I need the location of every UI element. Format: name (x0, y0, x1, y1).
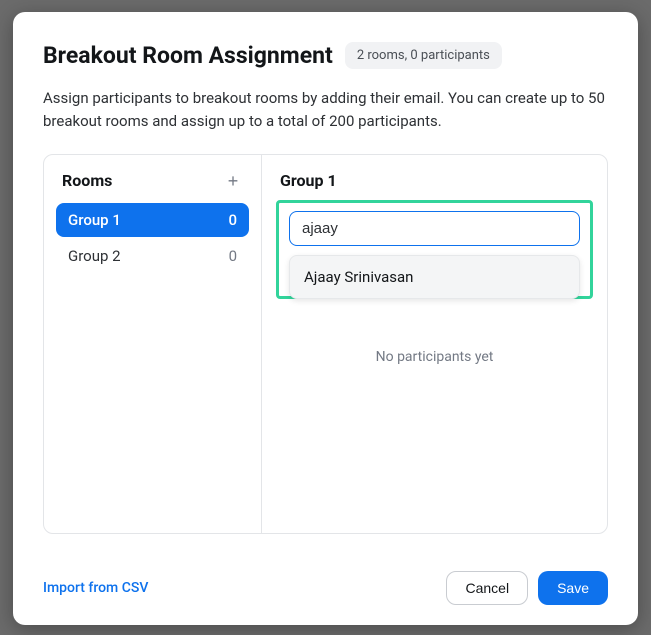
rooms-label: Rooms (62, 171, 112, 190)
modal-header: Breakout Room Assignment 2 rooms, 0 part… (43, 42, 608, 69)
participant-search-input[interactable] (289, 211, 580, 246)
modal-description: Assign participants to breakout rooms by… (43, 87, 608, 134)
room-item-group-2[interactable]: Group 2 0 (56, 239, 249, 273)
footer-buttons: Cancel Save (446, 571, 608, 605)
empty-state-text: No participants yet (262, 349, 607, 365)
room-count: 0 (228, 211, 237, 229)
import-csv-link[interactable]: Import from CSV (43, 580, 148, 596)
save-button[interactable]: Save (538, 571, 608, 605)
modal-footer: Import from CSV Cancel Save (43, 549, 608, 605)
room-name: Group 2 (68, 247, 121, 265)
group-title: Group 1 (274, 171, 595, 200)
room-name: Group 1 (68, 211, 121, 229)
participants-pane: Group 1 Ajaay Srinivasan No participants… (262, 155, 607, 533)
room-item-group-1[interactable]: Group 1 0 (56, 203, 249, 237)
room-count: 0 (229, 247, 237, 265)
rooms-pane: Rooms + Group 1 0 Group 2 0 (44, 155, 262, 533)
rooms-header: Rooms + (56, 171, 249, 203)
panes-container: Rooms + Group 1 0 Group 2 0 Group 1 Ajaa… (43, 154, 608, 534)
autocomplete-suggestion[interactable]: Ajaay Srinivasan (289, 255, 580, 299)
add-room-button[interactable]: + (223, 171, 243, 191)
breakout-assignment-modal: Breakout Room Assignment 2 rooms, 0 part… (13, 12, 638, 625)
search-highlight-box: Ajaay Srinivasan (276, 200, 593, 299)
room-count-badge: 2 rooms, 0 participants (345, 42, 502, 69)
modal-title: Breakout Room Assignment (43, 42, 333, 69)
cancel-button[interactable]: Cancel (446, 571, 528, 605)
